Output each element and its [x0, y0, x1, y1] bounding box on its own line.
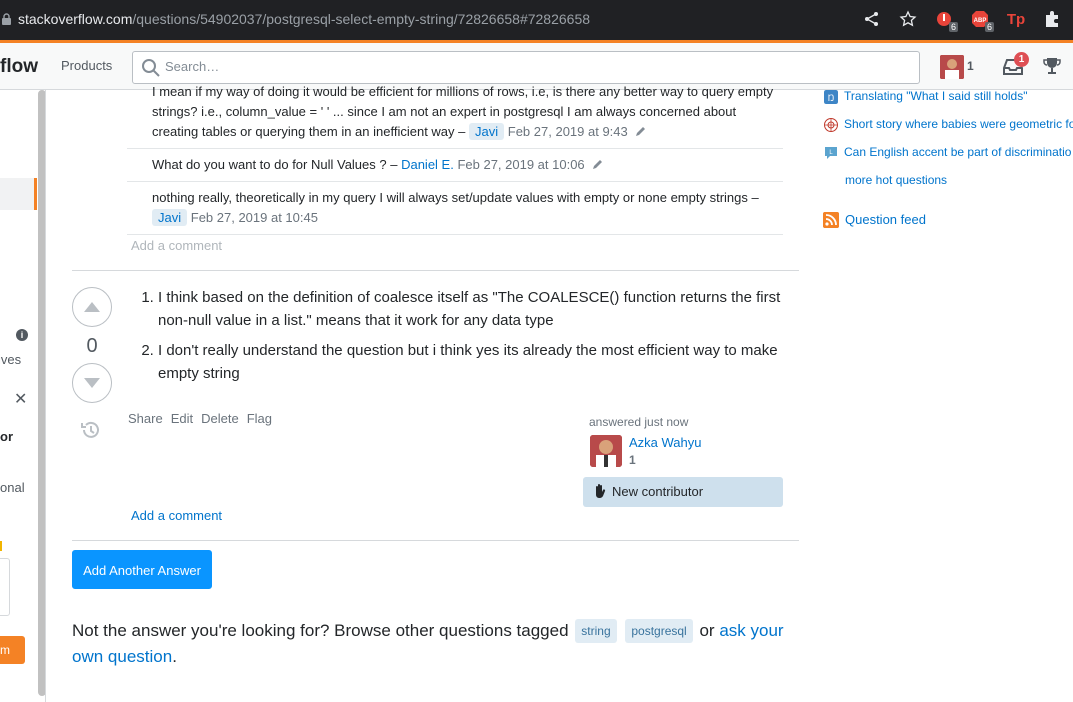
vote-count: 0	[86, 335, 98, 357]
tag-string[interactable]: string	[575, 619, 617, 643]
user-name-link[interactable]: Azka Wahyu	[629, 435, 702, 450]
address-bar[interactable]: stackoverflow.com/questions/54902037/pos…	[18, 11, 590, 27]
reputation-count: 1	[967, 59, 974, 73]
downvote-button[interactable]	[72, 363, 112, 403]
comment-list: I mean if my way of doing it would be ef…	[127, 84, 783, 235]
answer-list-item: I think based on the definition of coale…	[158, 287, 788, 332]
add-another-answer-button[interactable]: Add Another Answer	[72, 550, 212, 589]
left-sidebar: i ives ✕ or onal m	[0, 90, 46, 702]
edit-pencil-icon[interactable]	[592, 159, 603, 170]
sidebar-active-item[interactable]	[0, 178, 37, 210]
info-icon[interactable]: i	[16, 329, 28, 341]
sidebar-yellow-marker	[0, 541, 2, 551]
browser-toolbar: stackoverflow.com/questions/54902037/pos…	[0, 0, 1073, 40]
avatar[interactable]	[590, 435, 622, 467]
sidebar-text-onal: onal	[0, 480, 25, 495]
close-icon[interactable]: ✕	[14, 389, 27, 409]
sidebar-orange-button[interactable]: m	[0, 636, 25, 664]
sidebar-text-or: or	[0, 429, 13, 444]
url-path: /questions/54902037/postgresql-select-em…	[132, 11, 591, 27]
comment-date[interactable]: Feb 27, 2019 at 10:45	[191, 210, 318, 225]
site-icon-translation: Ŋ	[824, 90, 838, 104]
flag-link[interactable]: Flag	[247, 411, 272, 426]
new-contributor-badge[interactable]: New contributor	[583, 477, 783, 507]
answer-divider	[72, 270, 799, 271]
products-menu[interactable]: Products	[56, 50, 117, 81]
hot-question-item[interactable]: Ŋ Translating "What I said still holds"	[822, 88, 1073, 116]
answered-time[interactable]: answered just now	[589, 415, 688, 429]
comment-user[interactable]: Javi	[469, 123, 505, 140]
user-reputation: 1	[629, 453, 636, 467]
comment-item: What do you want to do for Null Values ?…	[127, 149, 783, 182]
sidebar-scrollbar[interactable]	[38, 90, 45, 696]
post-menu: Share Edit Delete Flag	[128, 411, 272, 426]
adblock-icon[interactable]: ABP 6	[969, 8, 994, 32]
ext2-badge: 6	[984, 22, 994, 32]
hot-question-item[interactable]: L Can English accent be part of discrimi…	[822, 144, 1073, 172]
sidebar-text-ives[interactable]: ives	[0, 352, 21, 367]
svg-text:Ŋ: Ŋ	[828, 93, 835, 103]
arrow-down-icon	[84, 378, 100, 388]
search-input[interactable]	[165, 59, 905, 74]
rss-icon	[823, 212, 839, 228]
site-icon-ell: L	[825, 147, 837, 159]
not-the-answer-text: Not the answer you're looking for? Brows…	[72, 619, 784, 666]
search-box[interactable]	[132, 51, 920, 84]
delete-link[interactable]: Delete	[201, 411, 239, 426]
achievements-icon[interactable]	[1042, 56, 1062, 76]
comment-user[interactable]: Daniel E.	[401, 157, 454, 172]
sidebar-box	[0, 558, 10, 616]
comment-date[interactable]: Feb 27, 2019 at 10:06	[457, 157, 584, 172]
answer-list-item: I don't really understand the question b…	[158, 340, 788, 385]
share-icon[interactable]	[861, 8, 883, 30]
tag-postgresql[interactable]: postgresql	[625, 619, 693, 643]
tp-extension-icon[interactable]: Tp	[1005, 8, 1027, 30]
comment-text: I mean if my way of doing it would be ef…	[152, 84, 774, 139]
arrow-up-icon	[84, 302, 100, 312]
upvote-button[interactable]	[72, 287, 112, 327]
answer-body: I think based on the definition of coale…	[138, 287, 788, 393]
site-icon-scifi	[824, 118, 838, 132]
add-comment-link-disabled[interactable]: Add a comment	[131, 238, 222, 253]
edit-pencil-icon[interactable]	[635, 126, 646, 137]
waving-hand-icon	[596, 484, 606, 499]
more-hot-questions-link[interactable]: more hot questions	[845, 173, 947, 187]
comment-text: nothing really, theoretically in my quer…	[152, 190, 759, 205]
site-logo[interactable]: flow	[0, 56, 38, 78]
ext1-badge: 6	[948, 22, 958, 32]
hot-question-item[interactable]: Short story where babies were geometric …	[822, 116, 1073, 144]
user-avatar-top[interactable]	[940, 55, 964, 79]
hot-network-questions: Ŋ Translating "What I said still holds" …	[822, 88, 1073, 172]
comment-date[interactable]: Feb 27, 2019 at 9:43	[508, 124, 628, 139]
edit-link[interactable]: Edit	[171, 411, 193, 426]
lock-icon	[2, 13, 11, 25]
inbox-badge: 1	[1014, 52, 1029, 67]
section-divider	[72, 540, 799, 541]
search-icon	[142, 59, 160, 77]
comment-user[interactable]: Javi	[152, 209, 188, 226]
new-contributor-label: New contributor	[612, 484, 704, 499]
comment-text: What do you want to do for Null Values ?…	[152, 157, 398, 172]
puzzle-icon[interactable]	[1041, 8, 1063, 30]
share-link[interactable]: Share	[128, 411, 163, 426]
comment-item: nothing really, theoretically in my quer…	[127, 182, 783, 235]
extension-red-icon[interactable]: 6	[933, 8, 958, 32]
comment-item: I mean if my way of doing it would be ef…	[127, 82, 783, 149]
star-icon[interactable]	[897, 8, 919, 30]
history-icon[interactable]	[80, 419, 102, 441]
url-host: stackoverflow.com	[18, 11, 133, 27]
add-comment-link[interactable]: Add a comment	[131, 508, 222, 523]
question-feed-link[interactable]: Question feed	[823, 212, 926, 228]
